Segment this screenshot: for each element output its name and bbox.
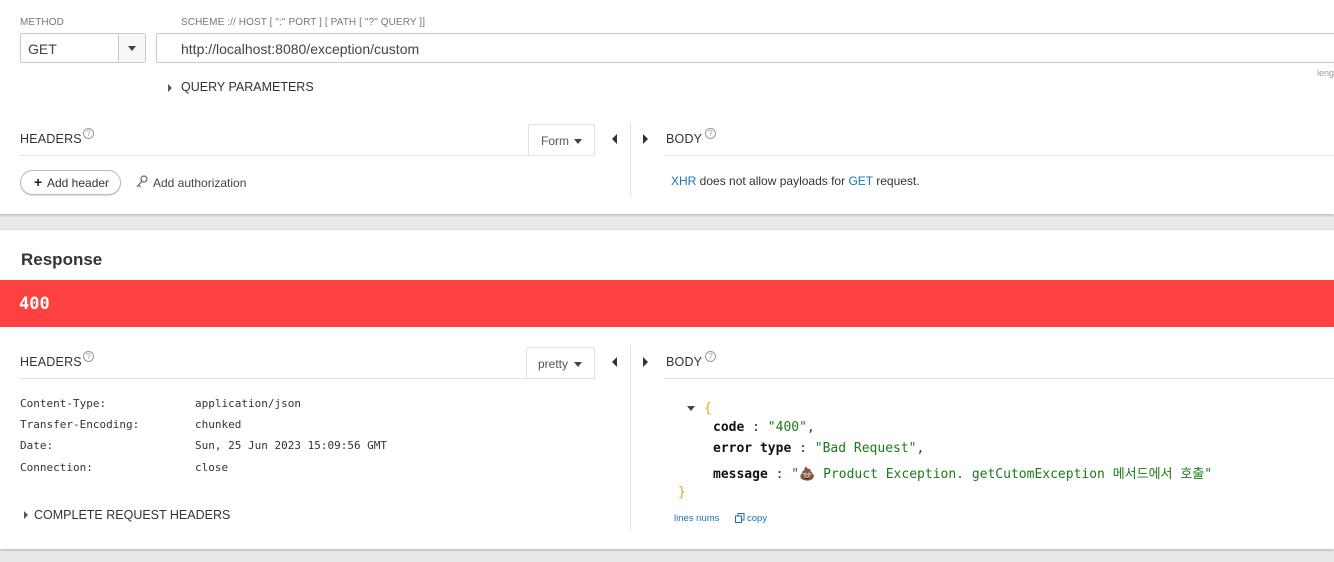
copy-label: copy (747, 513, 768, 524)
caret-right-icon (168, 84, 172, 92)
divider (20, 378, 595, 379)
help-icon[interactable]: ? (83, 351, 94, 362)
caret-down-icon (574, 362, 582, 367)
header-name: Connection: (20, 461, 93, 474)
response-headers-mode-dropdown[interactable]: pretty (526, 347, 595, 378)
collapse-left-icon[interactable] (612, 134, 617, 144)
header-name: Transfer-Encoding: (20, 418, 140, 431)
response-headers-mode-value: pretty (538, 357, 569, 371)
add-authorization-button[interactable]: Add authorization (136, 174, 256, 192)
copy-icon (735, 513, 745, 523)
collapse-left-icon[interactable] (612, 357, 617, 367)
help-icon[interactable]: ? (705, 351, 716, 362)
expand-right-icon[interactable] (643, 134, 648, 144)
response-title: Response (21, 250, 103, 269)
json-value: "Bad Request" (814, 441, 917, 456)
get-link[interactable]: GET (848, 174, 872, 188)
complete-request-headers-label: COMPLETE REQUEST HEADERS (34, 508, 231, 522)
help-icon[interactable]: ? (83, 128, 94, 139)
url-value: http://localhost:8080/exception/custom (181, 41, 420, 57)
add-header-label: Add header (47, 176, 110, 190)
json-value: "💩 Product Exception. getCutomException … (791, 467, 1213, 482)
response-panel: Response 400 HEADERS ? pretty Content-Ty… (0, 230, 1334, 549)
headers-mode-value: Form (541, 134, 569, 148)
json-collapse-icon[interactable] (687, 406, 695, 411)
header-value: close (195, 461, 229, 474)
xhr-link[interactable]: XHR (671, 174, 696, 188)
expand-right-icon[interactable] (643, 357, 648, 367)
query-parameters-label: QUERY PARAMETERS (181, 80, 314, 94)
json-field: code : "400", (713, 420, 815, 435)
caret-right-icon (24, 511, 28, 519)
complete-request-headers-toggle[interactable]: COMPLETE REQUEST HEADERS (22, 507, 242, 523)
json-key: code (713, 420, 745, 435)
divider (664, 378, 1334, 379)
url-format-label: SCHEME :// HOST [ ":" PORT ] [ PATH [ "?… (181, 17, 426, 28)
status-code: 400 (19, 294, 50, 314)
request-panel: METHOD SCHEME :// HOST [ ":" PORT ] [ PA… (0, 0, 1334, 214)
lines-nums-link[interactable]: lines nums (674, 513, 719, 524)
length-label: leng (1317, 68, 1334, 78)
json-close-brace: } (678, 485, 686, 500)
json-field: error type : "Bad Request", (713, 441, 925, 456)
json-key: message (713, 467, 768, 482)
add-header-button[interactable]: + Add header (20, 170, 121, 195)
json-value: "400" (767, 420, 807, 435)
header-value: chunked (195, 418, 242, 431)
header-name: Date: (20, 439, 54, 452)
json-open-brace: { (704, 401, 712, 416)
method-dropdown-button[interactable] (118, 34, 145, 62)
json-field: message : "💩 Product Exception. getCutom… (713, 467, 1213, 482)
status-bar: 400 (0, 280, 1334, 327)
method-label: METHOD (20, 17, 64, 28)
method-select[interactable]: GET (20, 33, 146, 63)
caret-down-icon (574, 139, 582, 144)
url-input[interactable]: http://localhost:8080/exception/custom (156, 33, 1334, 63)
divider (20, 155, 595, 156)
divider (664, 155, 1334, 156)
plus-icon: + (34, 174, 43, 190)
add-authorization-label: Add authorization (153, 176, 247, 190)
response-body-title: BODY (666, 355, 703, 369)
key-icon (136, 175, 148, 188)
column-divider (630, 122, 631, 196)
method-value: GET (28, 41, 57, 57)
query-parameters-toggle[interactable]: QUERY PARAMETERS (166, 80, 316, 96)
header-name: Content-Type: (20, 397, 107, 410)
body-note-text: does not allow payloads for (696, 174, 849, 188)
request-headers-title: HEADERS (20, 132, 82, 146)
body-note-end: request. (872, 174, 920, 188)
help-icon[interactable]: ? (705, 128, 716, 139)
body-note: XHR does not allow payloads for GET requ… (671, 174, 920, 188)
json-key: error type (713, 441, 792, 456)
response-headers-title: HEADERS (20, 355, 82, 369)
header-value: application/json (195, 397, 301, 410)
column-divider (630, 345, 631, 530)
caret-down-icon (128, 46, 136, 51)
header-value: Sun, 25 Jun 2023 15:09:56 GMT (195, 439, 388, 452)
request-body-title: BODY (666, 132, 703, 146)
headers-mode-dropdown[interactable]: Form (528, 124, 595, 155)
copy-button[interactable]: copy (735, 512, 775, 524)
